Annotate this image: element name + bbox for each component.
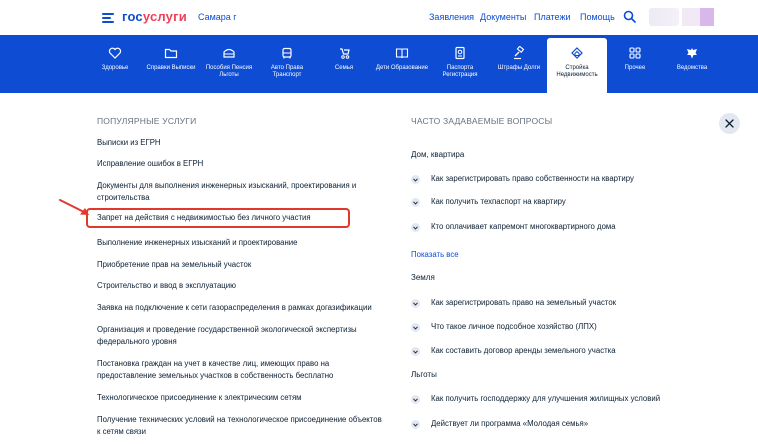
category-agencies[interactable]: Ведомства	[662, 35, 722, 93]
eagle-icon	[687, 48, 697, 59]
service-link[interactable]: Организация и проведение государственной…	[97, 324, 377, 348]
service-link[interactable]: Получение технических условий на техноло…	[97, 414, 387, 438]
passport-icon	[455, 46, 465, 60]
category-benefits[interactable]: Пособия Пенсия Льготы	[199, 35, 259, 93]
service-link[interactable]: Заявка на подключение к сети газораспред…	[97, 302, 387, 314]
stroller-icon	[340, 48, 350, 59]
nav-payments[interactable]: Платежи	[534, 12, 571, 22]
chevron-down-icon	[411, 323, 420, 332]
wallet-icon	[223, 48, 235, 58]
faq-group-title: Дом, квартира	[411, 150, 465, 159]
service-link[interactable]: Строительство и ввод в эксплуатацию	[97, 280, 387, 292]
show-all-link[interactable]: Показать все	[411, 250, 459, 259]
service-link[interactable]: Документы для выполнения инженерных изыс…	[97, 180, 377, 204]
chevron-down-icon	[411, 223, 420, 232]
chevron-down-icon	[411, 347, 420, 356]
popular-services-title: ПОПУЛЯРНЫЕ УСЛУГИ	[97, 116, 197, 126]
chevron-down-icon	[411, 198, 420, 207]
highlight-box	[86, 208, 350, 228]
category-bar: Здоровье Справки Выписки Пособия Пенсия …	[0, 35, 758, 93]
user-profile-blurred[interactable]	[649, 8, 679, 26]
house-icon	[571, 47, 583, 59]
category-health[interactable]: Здоровье	[85, 35, 145, 93]
chevron-down-icon	[411, 175, 420, 184]
gosuslugi-logo[interactable]: госуслуги	[122, 9, 187, 24]
category-fines[interactable]: Штрафы Долги	[489, 35, 549, 93]
gavel-icon	[514, 46, 525, 60]
chevron-down-icon	[411, 299, 420, 308]
avatar-accent	[700, 8, 714, 26]
car-icon	[282, 47, 292, 59]
nav-documents[interactable]: Документы	[480, 12, 526, 22]
service-link[interactable]: Исправление ошибок в ЕГРН	[97, 158, 387, 170]
annotation-arrow-icon	[59, 199, 89, 215]
faq-group-title: Земля	[411, 273, 435, 282]
search-icon[interactable]	[623, 10, 636, 23]
chevron-down-icon	[411, 420, 420, 429]
category-construction-realty[interactable]: Стройка Недвижимость	[547, 38, 607, 93]
grid-icon	[629, 47, 641, 59]
category-certificates[interactable]: Справки Выписки	[141, 35, 201, 93]
category-passports[interactable]: Паспорта Регистрация	[430, 35, 490, 93]
category-auto[interactable]: Авто Права Транспорт	[257, 35, 317, 93]
folder-icon	[164, 48, 178, 59]
category-family[interactable]: Семья	[314, 35, 374, 93]
category-children-education[interactable]: Дети Образование	[372, 35, 432, 93]
book-icon	[395, 48, 409, 59]
service-link[interactable]: Приобретение прав на земельный участок	[97, 259, 387, 271]
faq-group-title: Льготы	[411, 370, 437, 379]
faq-title: ЧАСТО ЗАДАВАЕМЫЕ ВОПРОСЫ	[411, 116, 553, 126]
category-other[interactable]: Прочее	[605, 35, 665, 93]
avatar[interactable]	[682, 8, 700, 26]
nav-help[interactable]: Помощь	[580, 12, 615, 22]
service-link[interactable]: Выписки из ЕГРН	[97, 137, 387, 149]
service-link[interactable]: Постановка граждан на учет в качестве ли…	[97, 358, 367, 382]
city-selector[interactable]: Самара г	[198, 12, 237, 22]
close-button[interactable]	[719, 113, 740, 134]
service-link[interactable]: Выполнение инженерных изысканий и проект…	[97, 237, 387, 249]
chevron-down-icon	[411, 395, 420, 404]
top-header: госуслуги Самара г Заявления Документы П…	[0, 0, 758, 35]
menu-icon[interactable]	[102, 13, 114, 23]
close-icon	[725, 119, 734, 128]
nav-applications[interactable]: Заявления	[429, 12, 474, 22]
health-icon	[108, 47, 122, 59]
service-link[interactable]: Технологическое присоединение к электрич…	[97, 392, 387, 404]
